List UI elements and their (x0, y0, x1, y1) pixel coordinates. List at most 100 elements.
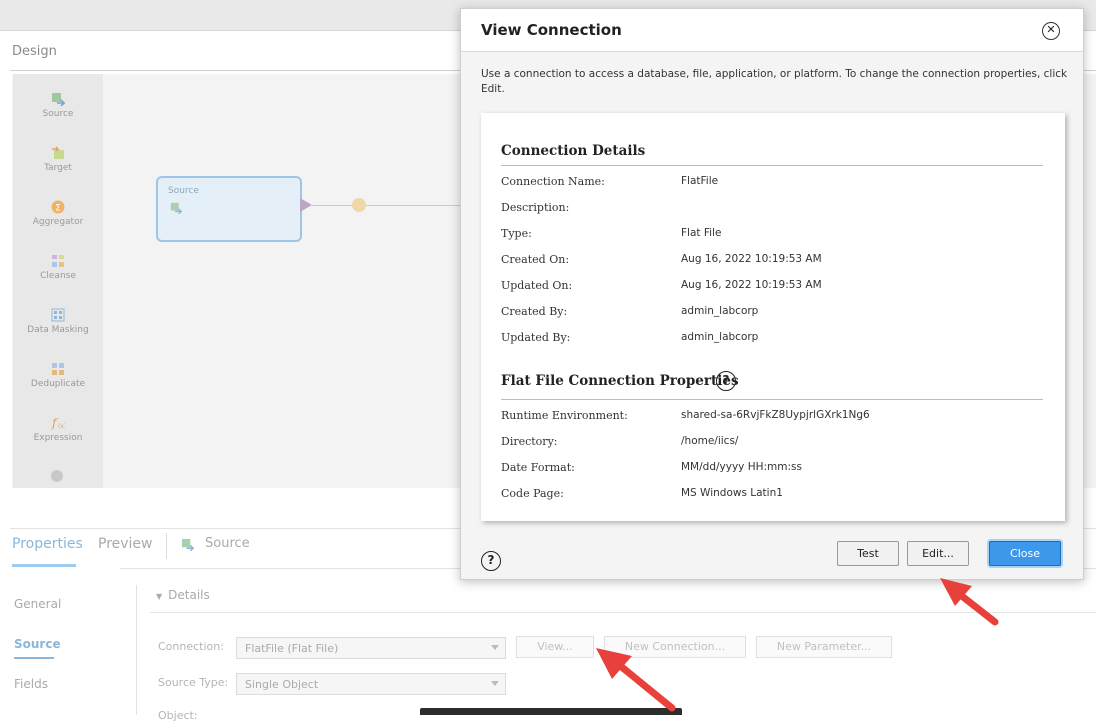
canvas-source-node[interactable]: Source (156, 176, 302, 242)
tab-preview[interactable]: Preview (98, 536, 153, 552)
palette-item-label: Expression (33, 433, 83, 443)
divider (166, 533, 167, 559)
expression-icon: f(x) (51, 416, 65, 430)
connection-select[interactable]: FlatFile (Flat File) (236, 637, 506, 659)
detail-row: Connection Name: FlatFile (501, 175, 1043, 193)
detail-label: Type: (501, 227, 532, 240)
detail-label: Updated By: (501, 331, 571, 344)
connection-label: Connection: (158, 640, 224, 653)
palette-item-aggregator[interactable]: Σ Aggregator (13, 200, 103, 227)
palette-item-source[interactable]: Source (13, 92, 103, 119)
property-row: Date Format: MM/dd/yyyy HH:mm:ss (501, 461, 1043, 479)
connection-properties-card: Connection Details Connection Name: FlatF… (481, 113, 1065, 521)
cleanse-icon (52, 255, 64, 267)
property-value: /home/iics/ (681, 435, 739, 447)
source-icon (170, 202, 182, 214)
palette-more-icon[interactable] (51, 470, 63, 482)
palette-item-deduplicate[interactable]: Deduplicate (13, 362, 103, 389)
aggregator-icon: Σ (51, 200, 65, 214)
detail-row: Updated By: admin_labcorp (501, 331, 1043, 349)
source-type-select-value: Single Object (245, 678, 319, 691)
help-icon[interactable]: ? (716, 371, 736, 391)
side-nav-source[interactable]: Source (14, 637, 61, 651)
svg-text:Σ: Σ (55, 204, 61, 214)
property-value: MM/dd/yyyy HH:mm:ss (681, 461, 802, 473)
active-nav-indicator (14, 657, 54, 659)
object-label: Object: (158, 709, 198, 722)
close-icon[interactable]: ✕ (1042, 22, 1060, 40)
divider (150, 612, 1096, 613)
detail-label: Connection Name: (501, 175, 605, 188)
active-tab-indicator (12, 564, 76, 567)
link-line (312, 205, 462, 206)
palette-item-data-masking[interactable]: Data Masking (13, 308, 103, 335)
chevron-down-icon (491, 681, 499, 686)
source-type-label: Source Type: (158, 676, 229, 689)
property-label: Code Page: (501, 487, 564, 500)
detail-row: Type: Flat File (501, 227, 1043, 245)
detail-value: admin_labcorp (681, 305, 759, 317)
palette-item-target[interactable]: Target (13, 146, 103, 173)
property-row: Directory: /home/iics/ (501, 435, 1043, 453)
deduplicate-icon (52, 363, 64, 375)
property-label: Runtime Environment: (501, 409, 628, 422)
help-icon[interactable]: ? (481, 551, 501, 571)
new-parameter-button[interactable]: New Parameter... (756, 636, 892, 658)
dialog-title: View Connection (481, 21, 622, 39)
property-row: Runtime Environment: shared-sa-6RvjFkZ8Uy… (501, 409, 1043, 427)
palette-item-label: Deduplicate (30, 379, 86, 389)
close-button[interactable]: Close (989, 541, 1061, 566)
connection-select-value: FlatFile (Flat File) (245, 642, 339, 655)
detail-row: Description: (501, 201, 1043, 219)
link-node-icon[interactable] (352, 198, 366, 212)
details-section-toggle[interactable]: ▼ Details (156, 588, 210, 602)
dialog-header: View Connection ✕ (461, 9, 1083, 52)
side-nav-fields[interactable]: Fields (14, 677, 48, 691)
design-title: Design (12, 44, 57, 59)
divider (501, 399, 1043, 400)
palette-item-expression[interactable]: f(x) Expression (13, 416, 103, 443)
target-icon (52, 146, 64, 159)
detail-label: Updated On: (501, 279, 573, 292)
palette-item-label: Cleanse (40, 271, 76, 281)
detail-row: Created By: admin_labcorp (501, 305, 1043, 323)
chevron-down-icon (491, 645, 499, 650)
property-label: Directory: (501, 435, 558, 448)
divider (501, 165, 1043, 166)
caret-down-icon: ▼ (156, 592, 163, 601)
details-label: Details (168, 588, 210, 602)
output-port-icon[interactable] (300, 198, 312, 212)
connection-details-title: Connection Details (501, 143, 646, 159)
source-icon (181, 538, 194, 551)
detail-row: Updated On: Aug 16, 2022 10:19:53 AM (501, 279, 1043, 297)
divider (136, 585, 137, 715)
view-connection-dialog: View Connection ✕ Use a connection to ac… (460, 8, 1084, 580)
transformation-palette: Source Target Σ Aggregator Cleanse Data … (13, 74, 103, 488)
detail-value: FlatFile (681, 175, 719, 187)
property-value: shared-sa-6RvjFkZ8UypjrlGXrk1Ng6 (681, 409, 870, 421)
detail-value: Aug 16, 2022 10:19:53 AM (681, 253, 822, 265)
source-icon (52, 93, 65, 106)
node-label: Source (168, 186, 199, 196)
detail-label: Description: (501, 201, 570, 214)
detail-label: Created By: (501, 305, 568, 318)
palette-item-cleanse[interactable]: Cleanse (13, 254, 103, 281)
palette-item-label: Target (44, 163, 72, 173)
palette-item-label: Source (42, 109, 74, 119)
property-label: Date Format: (501, 461, 575, 474)
detail-value: Aug 16, 2022 10:19:53 AM (681, 279, 822, 291)
tooltip-bar (420, 708, 682, 715)
new-connection-button[interactable]: New Connection... (604, 636, 746, 658)
edit-button[interactable]: Edit... (907, 541, 969, 566)
detail-value: admin_labcorp (681, 331, 759, 343)
detail-value: Flat File (681, 227, 722, 239)
source-type-select[interactable]: Single Object (236, 673, 506, 695)
flat-file-properties-title: Flat File Connection Properties (501, 373, 739, 389)
test-button[interactable]: Test (837, 541, 899, 566)
tab-source[interactable]: Source (205, 536, 250, 551)
side-nav-general[interactable]: General (14, 597, 61, 611)
property-value: MS Windows Latin1 (681, 487, 783, 499)
view-connection-button[interactable]: View... (516, 636, 594, 658)
arrow-to-edit-button (940, 578, 999, 626)
tab-properties[interactable]: Properties (12, 536, 83, 552)
